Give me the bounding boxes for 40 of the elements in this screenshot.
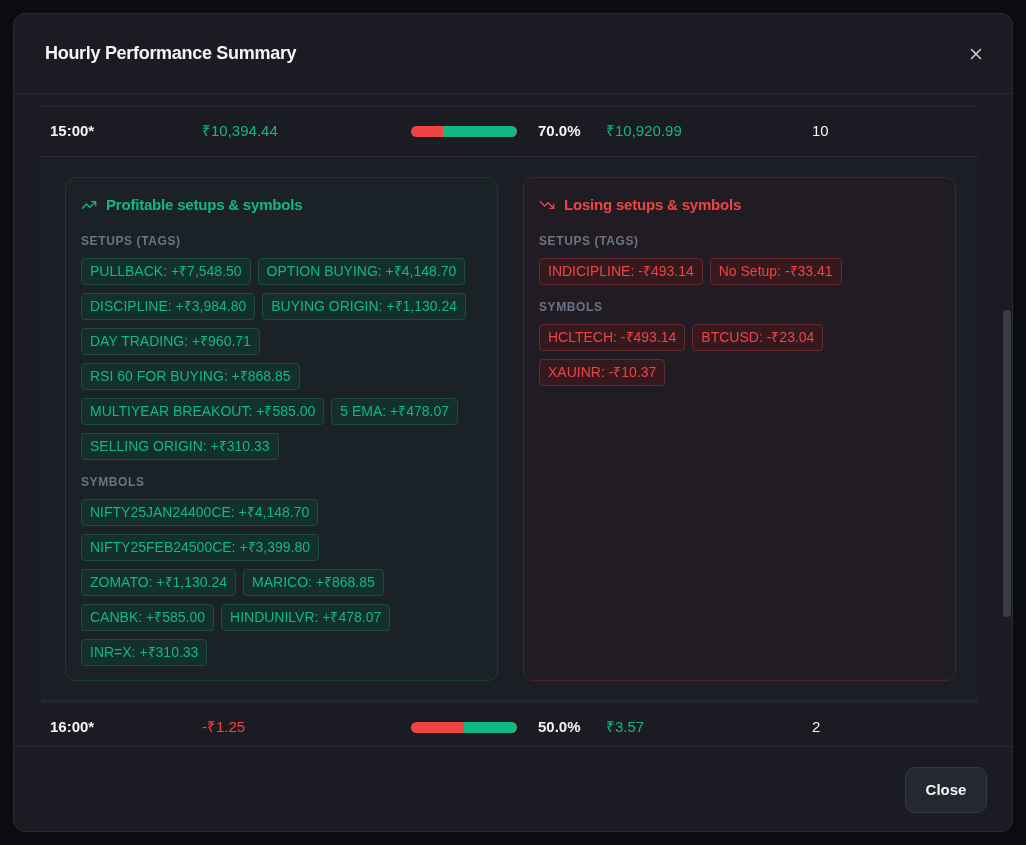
row-label: 50.0% [538,717,581,738]
pnl-tag: XAUINR: -₹10.37 [539,359,666,386]
pnl-tag: BTCUSD: -₹23.04 [692,324,824,351]
pnl-tag: HCLTECH: -₹493.14 [539,324,686,351]
count-text: 10 [812,121,829,142]
section-label: SETUPS (TAGS) [539,233,640,249]
pnl-tag: OPTION BUYING: +₹4,148.70 [257,258,466,285]
amount-text: ₹10,394.44 [202,121,278,142]
card-title: Profitable setups & symbols [106,194,303,215]
pnl-tag: ZOMATO: +₹1,130.24 [81,569,237,596]
section-label: SETUPS (TAGS) [81,233,182,249]
pnl-tag: CANBK: +₹585.00 [81,604,214,631]
pnl-tag: BUYING ORIGIN: +₹1,130.24 [262,293,467,320]
pnl-tag: MARICO: +₹868.85 [243,569,384,596]
row-label: 70.0% [538,121,581,142]
pnl-tag: MULTIYEAR BREAKOUT: +₹585.00 [81,398,325,425]
pnl-tag: RSI 60 FOR BUYING: +₹868.85 [81,363,300,390]
amount-text: ₹10,920.99 [606,121,682,142]
pnl-tag: DISCIPLINE: +₹3,984.80 [81,293,256,320]
section-label: SYMBOLS [81,474,146,490]
dialog-title: Hourly Performance Summary [45,42,297,65]
close-button[interactable]: Close [905,767,987,813]
pnl-tag: No Setup: -₹33.41 [709,258,842,285]
pnl-tag: PULLBACK: +₹7,548.50 [81,258,251,285]
section-label: SYMBOLS [539,299,604,315]
pnl-tag: NIFTY25JAN24400CE: +₹4,148.70 [81,499,319,526]
pnl-tag: INDICIPLINE: -₹493.14 [539,258,703,285]
pnl-tag: SELLING ORIGIN: +₹310.33 [81,433,279,460]
count-text: 2 [812,717,821,738]
pnl-tag: HINDUNILVR: +₹478.07 [221,604,391,631]
row-label: 16:00* [50,717,95,738]
amount-text: -₹1.25 [202,717,246,738]
pnl-tag: DAY TRADING: +₹960.71 [81,328,260,355]
scrollbar-thumb[interactable] [1003,310,1011,617]
row-label: 15:00* [50,121,95,142]
pnl-tag: NIFTY25FEB24500CE: +₹3,399.80 [81,534,320,561]
pnl-tag: INR=X: +₹310.33 [81,639,208,666]
card-title: Losing setups & symbols [564,194,742,215]
pnl-tag: 5 EMA: +₹478.07 [331,398,458,425]
amount-text: ₹3.57 [606,717,645,738]
